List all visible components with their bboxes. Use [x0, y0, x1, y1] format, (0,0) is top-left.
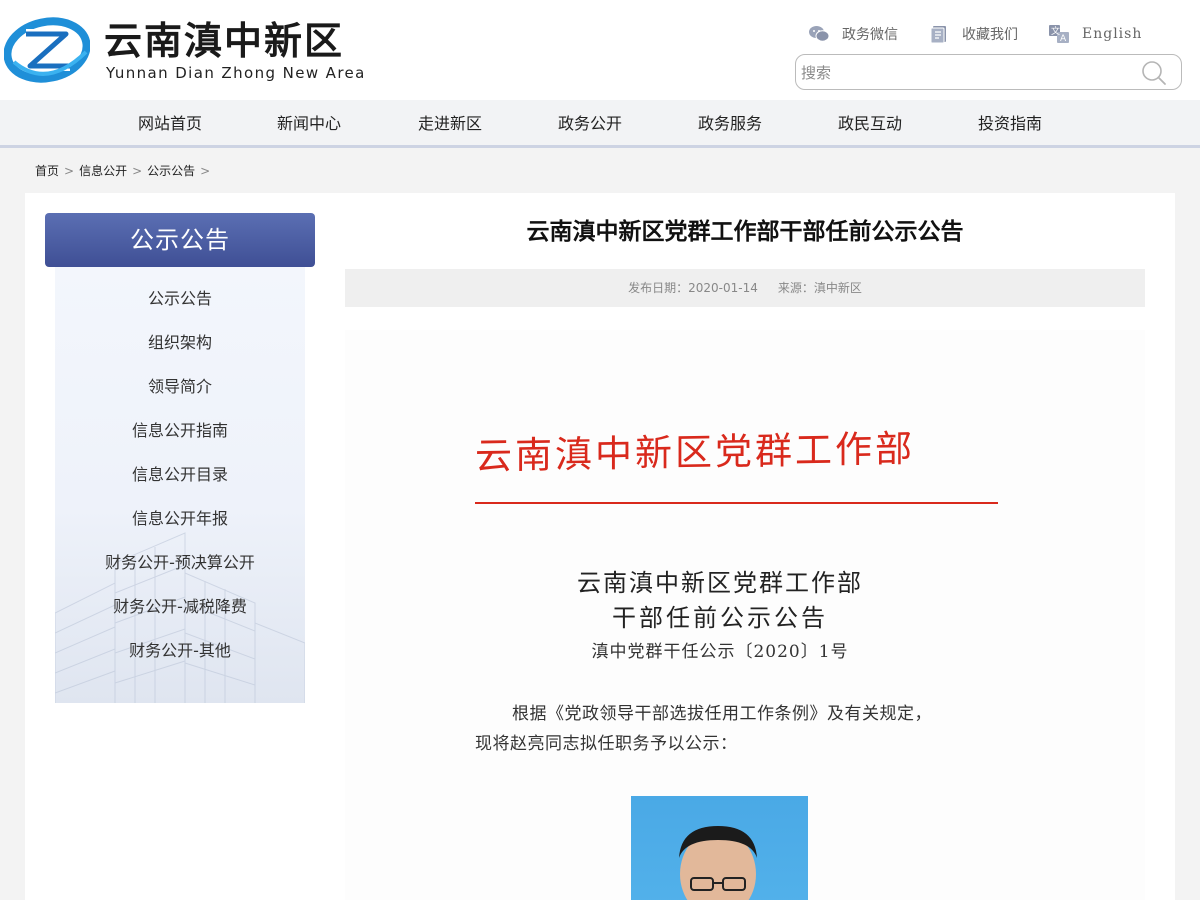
- nav-item-interaction[interactable]: 政民互动: [838, 113, 902, 135]
- breadcrumb-notices[interactable]: 公示公告: [147, 164, 195, 178]
- sidebar-item-tax-reduction[interactable]: 财务公开-减税降费: [55, 596, 305, 618]
- breadcrumb-separator: >: [64, 164, 75, 178]
- sidebar-menu: 公示公告 组织架构 领导简介 信息公开指南 信息公开目录 信息公开年报 财务公开…: [55, 267, 305, 703]
- breadcrumb-separator: >: [132, 164, 143, 178]
- nav-item-government-affairs[interactable]: 政务公开: [558, 113, 622, 135]
- svg-text:A: A: [1060, 34, 1067, 44]
- svg-text:文: 文: [1051, 25, 1060, 37]
- sidebar-item-organization[interactable]: 组织架构: [55, 332, 305, 354]
- wechat-link[interactable]: 政务微信: [808, 22, 898, 46]
- sidebar-title: 公示公告: [45, 213, 315, 267]
- sidebar-item-annual-report[interactable]: 信息公开年报: [55, 508, 305, 530]
- document-red-rule: [475, 502, 998, 504]
- document-red-header: 云南滇中新区党群工作部: [475, 427, 915, 478]
- bookmark-link[interactable]: 收藏我们: [928, 22, 1018, 46]
- logo-icon[interactable]: [4, 12, 90, 84]
- site-header: 云南滇中新区 Yunnan Dian Zhong New Area 政务微信 收…: [0, 0, 1200, 100]
- nav-item-government-services[interactable]: 政务服务: [698, 113, 762, 135]
- sidebar-item-budget[interactable]: 财务公开-预决算公开: [55, 552, 305, 574]
- english-link-label: English: [1082, 26, 1143, 42]
- sidebar-item-leaders[interactable]: 领导简介: [55, 376, 305, 398]
- nav-item-home[interactable]: 网站首页: [138, 113, 202, 135]
- breadcrumb-separator: >: [200, 164, 211, 178]
- person-portrait-icon: [679, 826, 757, 900]
- publish-date: 2020-01-14: [688, 281, 758, 295]
- sidebar-item-notices[interactable]: 公示公告: [55, 288, 305, 310]
- search-input[interactable]: [801, 61, 1131, 85]
- document-paragraph-2: 现将赵亮同志拟任职务予以公示：: [475, 734, 738, 754]
- document-title-line1: 云南滇中新区党群工作部: [577, 569, 863, 597]
- bookmark-icon: [930, 26, 946, 44]
- article-meta: 发布日期：2020-01-14 来源：滇中新区: [345, 269, 1145, 307]
- wechat-icon: [809, 26, 830, 42]
- source-label: 来源：: [777, 281, 814, 295]
- breadcrumb-info[interactable]: 信息公开: [79, 164, 127, 178]
- document-number: 滇中党群干任公示〔2020〕1号: [591, 642, 849, 662]
- article-source: 滇中新区: [813, 281, 862, 295]
- breadcrumb-home[interactable]: 首页: [35, 164, 59, 178]
- date-label: 发布日期：: [628, 281, 689, 295]
- translate-icon: 文 A: [1049, 25, 1069, 44]
- portrait-photo: [631, 796, 808, 900]
- document-image: 云南滇中新区党群工作部 云南滇中新区党群工作部 干部任前公示公告 滇中党群干任公…: [345, 330, 1145, 900]
- search-icon[interactable]: [1141, 60, 1167, 86]
- nav-item-investment[interactable]: 投资指南: [978, 113, 1042, 135]
- site-title-en: Yunnan Dian Zhong New Area: [106, 64, 366, 82]
- sidebar-item-disclosure-catalog[interactable]: 信息公开目录: [55, 464, 305, 486]
- english-link[interactable]: 文 A English: [1048, 22, 1142, 46]
- article-title: 云南滇中新区党群工作部干部任前公示公告: [526, 219, 964, 245]
- breadcrumb: 首页 > 信息公开 > 公示公告 >: [35, 162, 215, 180]
- main-nav: 网站首页 新闻中心 走进新区 政务公开 政务服务 政民互动 投资指南: [0, 100, 1200, 148]
- nav-item-news[interactable]: 新闻中心: [277, 113, 341, 135]
- wechat-link-label: 政务微信: [842, 27, 898, 43]
- nav-item-about[interactable]: 走进新区: [418, 113, 482, 135]
- document-title-line2: 干部任前公示公告: [612, 604, 828, 632]
- document-paragraph-1: 根据《党政领导干部选拔任用工作条例》及有关规定，: [512, 704, 932, 724]
- sidebar-item-finance-other[interactable]: 财务公开-其他: [55, 640, 305, 662]
- bookmark-link-label: 收藏我们: [962, 27, 1018, 43]
- search-box: [795, 54, 1182, 90]
- site-title-cn: 云南滇中新区: [104, 19, 345, 63]
- sidebar-item-disclosure-guide[interactable]: 信息公开指南: [55, 420, 305, 442]
